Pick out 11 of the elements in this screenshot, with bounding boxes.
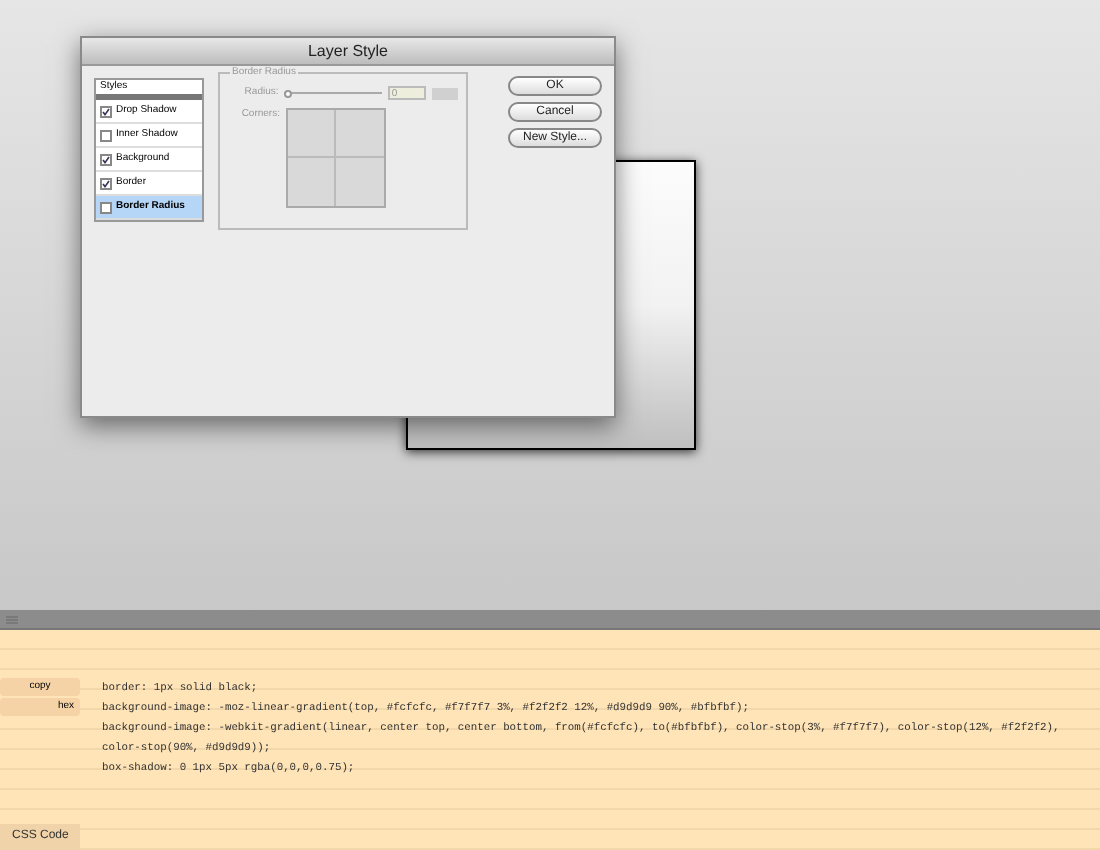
check-icon [102, 179, 110, 187]
check-icon [102, 155, 110, 163]
checkbox[interactable] [100, 105, 112, 117]
checkbox[interactable] [100, 153, 112, 165]
check-icon [102, 107, 110, 115]
radius-slider[interactable] [284, 89, 382, 98]
window-title: Layer Style [82, 38, 614, 66]
checkbox[interactable] [100, 201, 112, 213]
checkbox[interactable] [100, 177, 112, 189]
slider-thumb[interactable] [284, 89, 293, 98]
checkbox[interactable] [100, 129, 112, 141]
